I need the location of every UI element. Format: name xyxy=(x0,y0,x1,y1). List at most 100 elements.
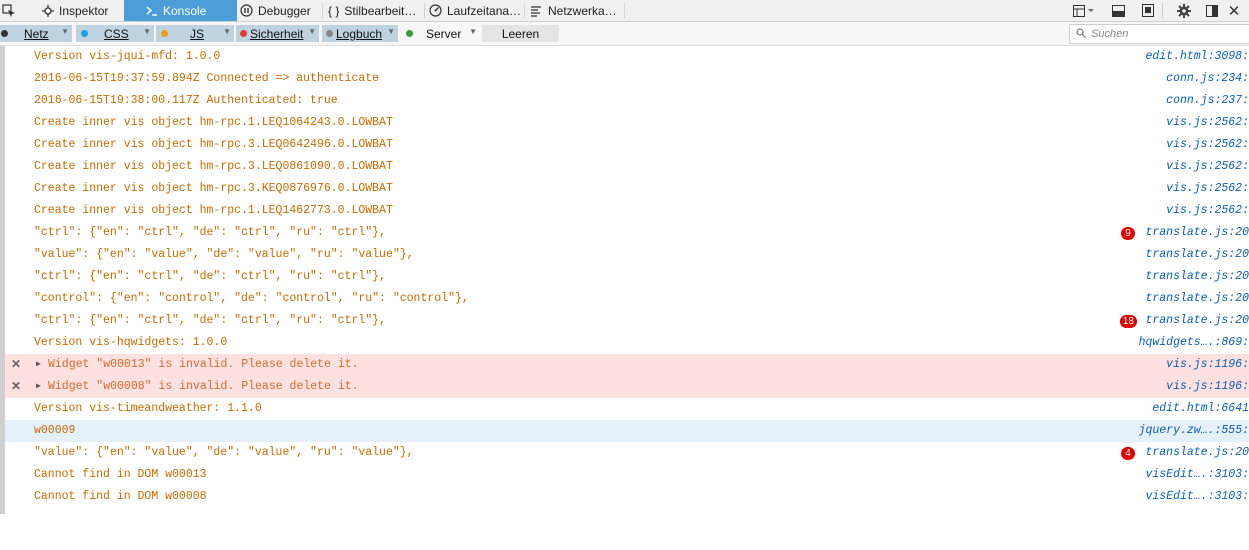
source-location-link[interactable]: vis.js:2562: xyxy=(1166,138,1249,151)
log-message: 2016-06-15T19:38:00.117Z Authenticated: … xyxy=(34,94,338,107)
console-log-row[interactable]: "control": {"en": "control", "de": "cont… xyxy=(5,288,1249,310)
log-message: Version vis-timeandweather: 1.1.0 xyxy=(34,402,262,415)
source-location-link[interactable]: translate.js:20 xyxy=(1145,226,1249,239)
console-log-row[interactable]: Create inner vis object hm-rpc.1.LEQ1462… xyxy=(5,200,1249,222)
source-location-link[interactable]: edit.html:3098: xyxy=(1145,50,1249,63)
console-log-row[interactable]: Cannot find in DOM w00013 visEdit….:3103: xyxy=(5,464,1249,486)
source-location-link[interactable]: edit.html:6641 xyxy=(1152,402,1249,415)
chevron-down-icon[interactable]: ▼ xyxy=(143,27,151,36)
console-log-row[interactable]: 2016-06-15T19:37:59.894Z Connected => au… xyxy=(5,68,1249,90)
console-log-row[interactable]: "value": {"en": "value", "de": "value", … xyxy=(5,244,1249,266)
console-log-row[interactable]: Version vis-hqwidgets: 1.0.0 hqwidgets….:… xyxy=(5,332,1249,354)
expand-twisty-icon[interactable]: ▶ xyxy=(36,381,41,391)
console-log-row[interactable]: Create inner vis object hm-rpc.3.KEQ0876… xyxy=(5,178,1249,200)
tab-separator xyxy=(624,3,625,18)
tab-console[interactable]: Konsole xyxy=(124,0,237,21)
filter-dot-icon xyxy=(406,30,413,37)
source-location-link[interactable]: vis.js:2562: xyxy=(1166,160,1249,173)
console-output: Version vis-jqui-mfd: 1.0.0 edit.html:309… xyxy=(0,46,1249,514)
expand-twisty-icon[interactable]: ▶ xyxy=(36,359,41,369)
log-message: Widget "w00008" is invalid. Please delet… xyxy=(48,380,359,393)
source-location-link[interactable]: translate.js:20 xyxy=(1145,446,1249,459)
console-log-row[interactable]: w00009 jquery.zw….:555: xyxy=(5,420,1249,442)
log-message: Cannot find in DOM w00013 xyxy=(34,468,207,481)
filter-label: Netz xyxy=(24,26,49,41)
split-console-icon[interactable] xyxy=(1109,2,1127,19)
source-location-link[interactable]: visEdit….:3103: xyxy=(1145,468,1249,481)
tab-label: Netzwerka… xyxy=(548,3,617,18)
log-message: Create inner vis object hm-rpc.3.LEQ0861… xyxy=(34,160,393,173)
tab-debugger[interactable]: Debugger xyxy=(237,0,323,21)
console-log-row[interactable]: Create inner vis object hm-rpc.3.LEQ0642… xyxy=(5,134,1249,156)
debugger-icon xyxy=(240,4,253,17)
performance-icon xyxy=(429,4,442,17)
responsive-design-icon[interactable] xyxy=(1139,2,1157,19)
chevron-down-icon[interactable]: ▼ xyxy=(61,27,69,36)
source-location-link[interactable]: vis.js:1196: xyxy=(1166,358,1249,371)
tab-label: Stilbearbeit… xyxy=(344,3,417,18)
search-placeholder: Suchen xyxy=(1091,28,1129,40)
chevron-down-icon[interactable]: ▼ xyxy=(223,27,231,36)
source-location-link[interactable]: jquery.zw….:555: xyxy=(1139,424,1249,437)
source-location-link[interactable]: hqwidgets….:869: xyxy=(1139,336,1249,349)
tab-label: Inspektor xyxy=(59,3,109,18)
console-error-row[interactable]: ✕ ▶ Widget "w00013" is invalid. Please del… xyxy=(5,354,1249,376)
tab-inspector[interactable]: Inspektor xyxy=(22,0,124,21)
filter-security-button[interactable]: Sicherheit ▼ xyxy=(236,25,319,42)
console-log-row[interactable]: Create inner vis object hm-rpc.3.LEQ0861… xyxy=(5,156,1249,178)
source-location-link[interactable]: conn.js:234: xyxy=(1166,72,1249,85)
console-log-row[interactable]: 2016-06-15T19:38:00.117Z Authenticated: … xyxy=(5,90,1249,112)
console-log-row[interactable]: "ctrl": {"en": "ctrl", "de": "ctrl", "ru… xyxy=(5,222,1249,244)
tab-network[interactable]: Netzwerka… xyxy=(530,0,624,21)
clear-button[interactable]: Leeren xyxy=(482,25,559,42)
gear-icon[interactable] xyxy=(1175,2,1193,19)
source-location-link[interactable]: translate.js:20 xyxy=(1145,270,1249,283)
chevron-down-icon[interactable]: ▼ xyxy=(469,27,477,36)
source-location-link[interactable]: vis.js:2562: xyxy=(1166,182,1249,195)
repeat-count-badge: 4 xyxy=(1121,447,1135,460)
console-log-row[interactable]: Cannot find in DOM w00008 visEdit….:3103: xyxy=(5,486,1249,508)
source-location-link[interactable]: visEdit….:3103: xyxy=(1145,490,1249,503)
console-log-row[interactable]: Create inner vis object hm-rpc.1.LEQ1064… xyxy=(5,112,1249,134)
toolbar-divider xyxy=(1159,2,1167,19)
element-picker-icon[interactable] xyxy=(0,2,18,19)
source-location-link[interactable]: translate.js:20 xyxy=(1145,292,1249,305)
close-icon[interactable]: ✕ xyxy=(1225,2,1243,20)
filter-dot-icon xyxy=(326,30,333,37)
tab-style-editor[interactable]: { } Stilbearbeit… xyxy=(328,0,424,21)
log-message: "ctrl": {"en": "ctrl", "de": "ctrl", "ru… xyxy=(34,270,386,283)
style-editor-icon: { } xyxy=(328,3,340,18)
source-location-link[interactable]: translate.js:20 xyxy=(1145,248,1249,261)
console-error-row[interactable]: ✕ ▶ Widget "w00008" is invalid. Please del… xyxy=(5,376,1249,398)
filter-net-button[interactable]: Netz ▼ xyxy=(0,25,72,42)
dock-side-icon[interactable] xyxy=(1203,2,1221,19)
toolbox-options-icon[interactable] xyxy=(1071,2,1097,19)
filter-js-button[interactable]: JS ▼ xyxy=(156,25,234,42)
source-location-link[interactable]: vis.js:2562: xyxy=(1166,204,1249,217)
console-log-row[interactable]: "ctrl": {"en": "ctrl", "de": "ctrl", "ru… xyxy=(5,266,1249,288)
search-input[interactable]: Suchen xyxy=(1069,24,1249,44)
chevron-down-icon[interactable]: ▼ xyxy=(387,27,395,36)
tab-label: Konsole xyxy=(163,3,207,18)
tab-performance[interactable]: Laufzeitana… xyxy=(429,0,524,21)
filter-logging-button[interactable]: Logbuch ▼ xyxy=(322,25,398,42)
repeat-count-badge: 18 xyxy=(1119,315,1137,328)
filter-css-button[interactable]: CSS ▼ xyxy=(76,25,154,42)
console-log-row[interactable]: Version vis-jqui-mfd: 1.0.0 edit.html:309… xyxy=(5,46,1249,68)
console-log-row[interactable]: "ctrl": {"en": "ctrl", "de": "ctrl", "ru… xyxy=(5,310,1249,332)
filter-server-button[interactable]: Server ▼ xyxy=(402,25,480,42)
error-icon: ✕ xyxy=(11,357,22,371)
filter-dot-icon xyxy=(1,30,8,37)
source-location-link[interactable]: vis.js:1196: xyxy=(1166,380,1249,393)
log-message: "value": {"en": "value", "de": "value", … xyxy=(34,248,414,261)
source-location-link[interactable]: vis.js:2562: xyxy=(1166,116,1249,129)
source-location-link[interactable]: translate.js:20 xyxy=(1145,314,1249,327)
console-log-row[interactable]: "value": {"en": "value", "de": "value", … xyxy=(5,442,1249,464)
filter-label: Logbuch xyxy=(336,26,383,41)
log-message: w00009 xyxy=(34,424,76,437)
console-log-row[interactable]: Version vis-timeandweather: 1.1.0 edit.ht… xyxy=(5,398,1249,420)
source-location-link[interactable]: conn.js:237: xyxy=(1166,94,1249,107)
chevron-down-icon[interactable]: ▼ xyxy=(308,27,316,36)
log-message: Widget "w00013" is invalid. Please delet… xyxy=(48,358,359,371)
log-message: Version vis-jqui-mfd: 1.0.0 xyxy=(34,50,221,63)
